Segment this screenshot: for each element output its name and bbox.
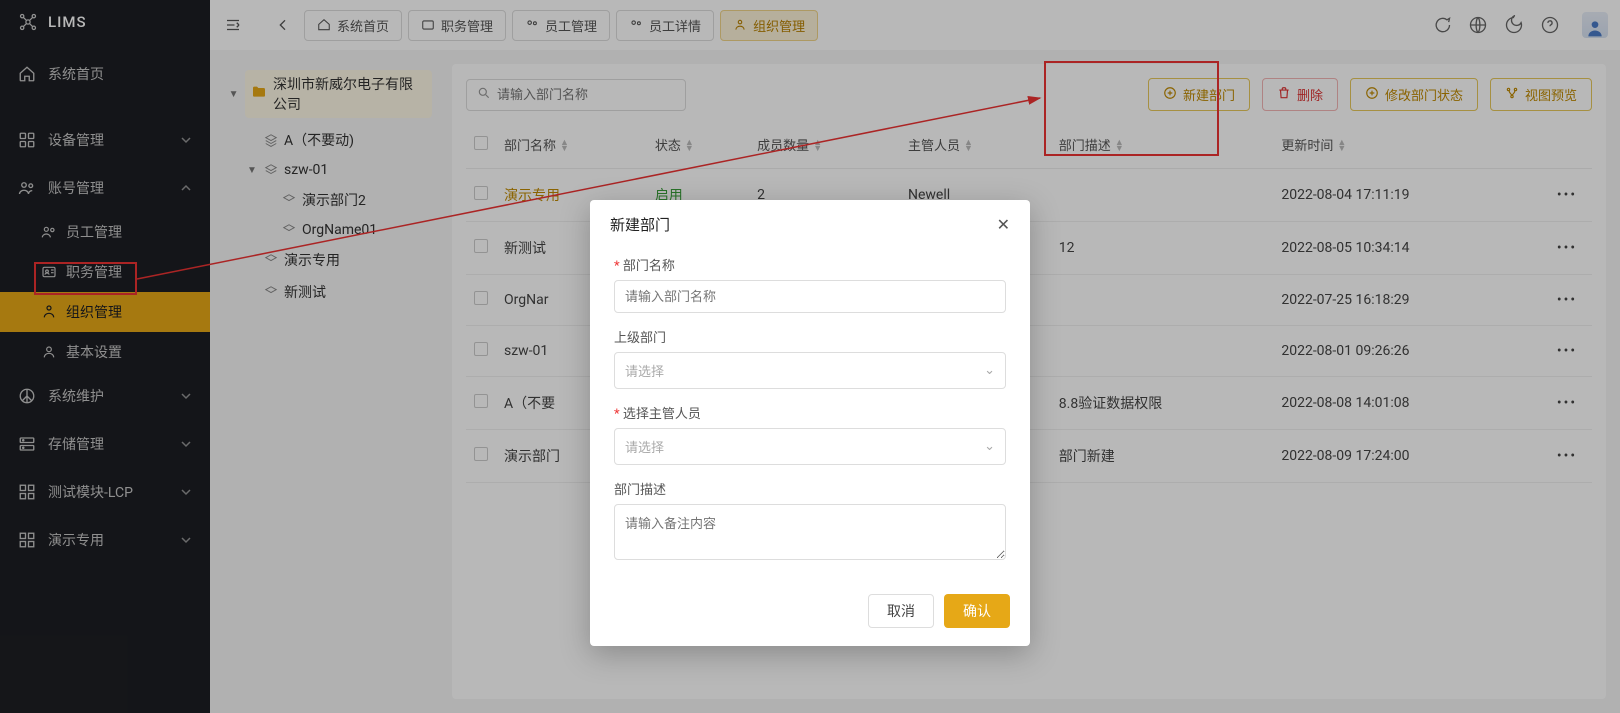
parent-label: 上级部门: [614, 327, 1006, 346]
select-placeholder: 请选择: [625, 437, 664, 456]
chevron-down-icon: ⌄: [984, 363, 995, 378]
parent-select[interactable]: 请选择 ⌄: [614, 352, 1006, 389]
chevron-down-icon: ⌄: [984, 439, 995, 454]
name-label: 部门名称: [614, 255, 1006, 274]
dialog-title: 新建部门: [610, 214, 670, 235]
desc-textarea[interactable]: [614, 504, 1006, 560]
confirm-button[interactable]: 确认: [944, 594, 1010, 628]
modal-mask[interactable]: 新建部门 ✕ 部门名称 上级部门 请选择 ⌄ 选择主管人员 请选择 ⌄ 部门描述: [0, 0, 1620, 713]
cancel-button[interactable]: 取消: [868, 594, 934, 628]
create-dept-dialog: 新建部门 ✕ 部门名称 上级部门 请选择 ⌄ 选择主管人员 请选择 ⌄ 部门描述: [590, 200, 1030, 646]
desc-label: 部门描述: [614, 479, 1006, 498]
manager-label: 选择主管人员: [614, 403, 1006, 422]
manager-select[interactable]: 请选择 ⌄: [614, 428, 1006, 465]
select-placeholder: 请选择: [625, 361, 664, 380]
close-button[interactable]: ✕: [997, 215, 1010, 234]
dept-name-input[interactable]: [614, 280, 1006, 313]
